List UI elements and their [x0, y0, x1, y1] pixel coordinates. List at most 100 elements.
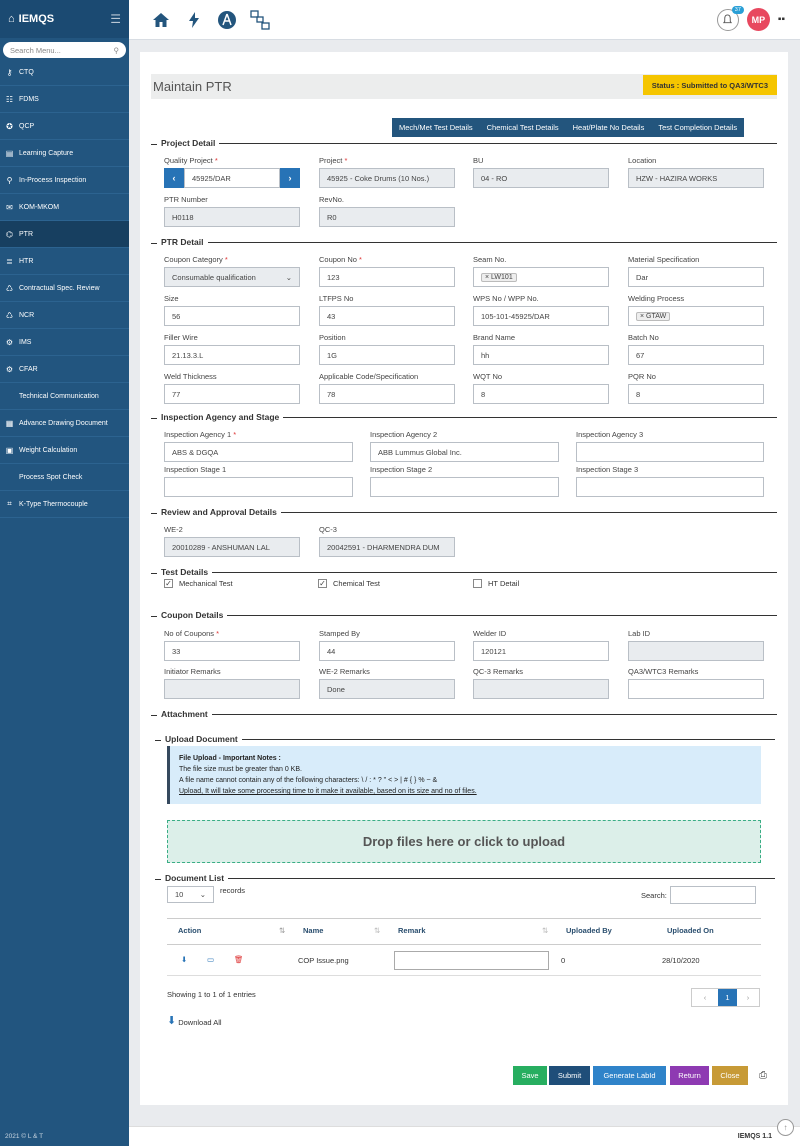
- sidebar-item-fdms[interactable]: ☷ FDMS: [0, 86, 129, 113]
- bu-input[interactable]: 04 - RO: [473, 168, 609, 188]
- sidebar-item-k-type-thermocouple[interactable]: ⌗ K-Type Thermocouple: [0, 491, 129, 518]
- compass-icon[interactable]: [213, 6, 241, 34]
- sidebar-item-ptr[interactable]: ⌬ PTR: [0, 221, 129, 248]
- material-spec-input[interactable]: Dar: [628, 267, 764, 287]
- quality-project-input[interactable]: 45925/DAR: [184, 168, 280, 188]
- prev-project-button[interactable]: ‹: [164, 168, 184, 188]
- pagination-next[interactable]: ›: [737, 989, 759, 1006]
- batch-no-input[interactable]: 67: [628, 345, 764, 365]
- save-button[interactable]: Save: [513, 1066, 547, 1085]
- next-project-button[interactable]: ›: [280, 168, 300, 188]
- pqr-no-input[interactable]: 8: [628, 384, 764, 404]
- qc3-remarks-input[interactable]: [473, 679, 609, 699]
- return-button[interactable]: Return: [670, 1066, 709, 1085]
- col-remark[interactable]: Remark: [398, 926, 426, 935]
- sidebar-search-input[interactable]: Search Menu... ⚲: [3, 42, 126, 58]
- size-input[interactable]: 56: [164, 306, 300, 326]
- ltfps-no-input[interactable]: 43: [319, 306, 455, 326]
- grid-menu-icon[interactable]: ▪▪: [778, 14, 785, 25]
- inspection-agency-2-input[interactable]: ABB Lummus Global Inc.: [370, 442, 559, 462]
- menu-toggle-icon[interactable]: ☰: [110, 12, 121, 26]
- pagination-page[interactable]: 1: [718, 989, 737, 1006]
- inspection-stage-2-input[interactable]: [370, 477, 559, 497]
- sidebar-item-weight-calculation[interactable]: ▣ Weight Calculation: [0, 437, 129, 464]
- welding-process-tag[interactable]: × GTAW: [636, 311, 671, 321]
- sidebar-item-process-spot-check[interactable]: Process Spot Check: [0, 464, 129, 491]
- qa3-remarks-input[interactable]: [628, 679, 764, 699]
- home-icon[interactable]: [147, 6, 175, 34]
- table-search-input[interactable]: [669, 886, 756, 904]
- monitor-icon[interactable]: ▭: [207, 955, 214, 964]
- seam-no-input[interactable]: × LW101: [473, 267, 609, 287]
- generate-labid-button[interactable]: Generate LabId: [593, 1066, 666, 1085]
- mechanical-test-checkbox[interactable]: ✓ Mechanical Test: [164, 579, 233, 588]
- wqt-no-input[interactable]: 8: [473, 384, 609, 404]
- scroll-top-icon[interactable]: ↑: [777, 1119, 794, 1136]
- position-input[interactable]: 1G: [319, 345, 455, 365]
- col-uploaded-by[interactable]: Uploaded By: [566, 926, 612, 935]
- col-action[interactable]: Action: [178, 926, 201, 935]
- seam-tag[interactable]: × LW101: [481, 272, 517, 282]
- download-all-button[interactable]: ⬇ Download All: [167, 1014, 222, 1027]
- notification-bell-icon[interactable]: 37: [716, 5, 744, 31]
- sidebar-item-qcp[interactable]: ✪ QCP: [0, 113, 129, 140]
- page-size-select[interactable]: 10 ⌄: [167, 886, 214, 903]
- trash-icon[interactable]: 🗑: [234, 955, 244, 964]
- sidebar-item-cfar[interactable]: ⚙ CFAR: [0, 356, 129, 383]
- tab-mech-met-test-details[interactable]: Mech/Met Test Details: [392, 123, 480, 132]
- rev-no-input[interactable]: R0: [319, 207, 455, 227]
- col-name[interactable]: Name: [303, 926, 323, 935]
- ht-detail-checkbox[interactable]: HT Detail: [473, 579, 519, 588]
- sidebar-item-learning-capture[interactable]: ▤ Learning Capture: [0, 140, 129, 167]
- project-input[interactable]: 45925 - Coke Drums (10 Nos.): [319, 168, 455, 188]
- sidebar-item-ctq[interactable]: ⚷ CTQ: [0, 59, 129, 86]
- tab-heat-plate-no-details[interactable]: Heat/Plate No Details: [566, 123, 652, 132]
- weld-thickness-input[interactable]: 77: [164, 384, 300, 404]
- coupon-category-select[interactable]: Consumable qualification ⌄: [164, 267, 300, 287]
- tab-chemical-test-details[interactable]: Chemical Test Details: [480, 123, 566, 132]
- coupon-no-input[interactable]: 123: [319, 267, 455, 287]
- sort-icon[interactable]: ⇅: [542, 926, 548, 935]
- sitemap-icon[interactable]: [246, 6, 274, 34]
- download-icon[interactable]: ⬇: [181, 955, 187, 964]
- user-avatar[interactable]: MP: [746, 8, 770, 31]
- tab-test-completion-details[interactable]: Test Completion Details: [651, 123, 744, 132]
- ptr-number-input[interactable]: H0118: [164, 207, 300, 227]
- brand-name-input[interactable]: hh: [473, 345, 609, 365]
- stamped-by-input[interactable]: 44: [319, 641, 455, 661]
- welding-process-input[interactable]: × GTAW: [628, 306, 764, 326]
- sidebar-item-ims[interactable]: ⚙ IMS: [0, 329, 129, 356]
- sort-icon[interactable]: ⇅: [279, 926, 285, 935]
- print-icon[interactable]: ⎙: [754, 1066, 772, 1085]
- we2-input[interactable]: 20010289 - ANSHUMAN LAL: [164, 537, 300, 557]
- remark-textarea[interactable]: [394, 951, 549, 970]
- close-button[interactable]: Close: [712, 1066, 748, 1085]
- submit-button[interactable]: Submit: [549, 1066, 590, 1085]
- initiator-remarks-input[interactable]: [164, 679, 300, 699]
- wps-no-input[interactable]: 105-101-45925/DAR: [473, 306, 609, 326]
- app-logo[interactable]: ⌂ IEMQS: [8, 13, 54, 25]
- sidebar-item-technical-communication[interactable]: Technical Communication: [0, 383, 129, 410]
- lab-id-input[interactable]: [628, 641, 764, 661]
- sidebar-item-ncr[interactable]: ♺ NCR: [0, 302, 129, 329]
- inspection-stage-1-input[interactable]: [164, 477, 353, 497]
- pagination-prev[interactable]: ‹: [692, 989, 718, 1006]
- inspection-agency-1-input[interactable]: ABS & DGQA: [164, 442, 353, 462]
- col-uploaded-on[interactable]: Uploaded On: [667, 926, 714, 935]
- no-of-coupons-input[interactable]: 33: [164, 641, 300, 661]
- chemical-test-checkbox[interactable]: ✓ Chemical Test: [318, 579, 380, 588]
- sidebar-item-kom-mkom[interactable]: ✉ KOM-MKOM: [0, 194, 129, 221]
- file-dropzone[interactable]: Drop files here or click to upload: [167, 820, 761, 863]
- sidebar-item-htr[interactable]: ≣ HTR: [0, 248, 129, 275]
- qc3-input[interactable]: 20042591 - DHARMENDRA DUM: [319, 537, 455, 557]
- we2-remarks-input[interactable]: Done: [319, 679, 455, 699]
- bolt-icon[interactable]: [180, 6, 208, 34]
- location-input[interactable]: HZW - HAZIRA WORKS: [628, 168, 764, 188]
- inspection-stage-3-input[interactable]: [576, 477, 764, 497]
- welder-id-input[interactable]: 120121: [473, 641, 609, 661]
- sort-icon[interactable]: ⇅: [374, 926, 380, 935]
- sidebar-item-advance-drawing-document[interactable]: ▦ Advance Drawing Document: [0, 410, 129, 437]
- sidebar-item-contractual-spec-review[interactable]: ♺ Contractual Spec. Review: [0, 275, 129, 302]
- sidebar-item-in-process-inspection[interactable]: ⚲ In-Process Inspection: [0, 167, 129, 194]
- inspection-agency-3-input[interactable]: [576, 442, 764, 462]
